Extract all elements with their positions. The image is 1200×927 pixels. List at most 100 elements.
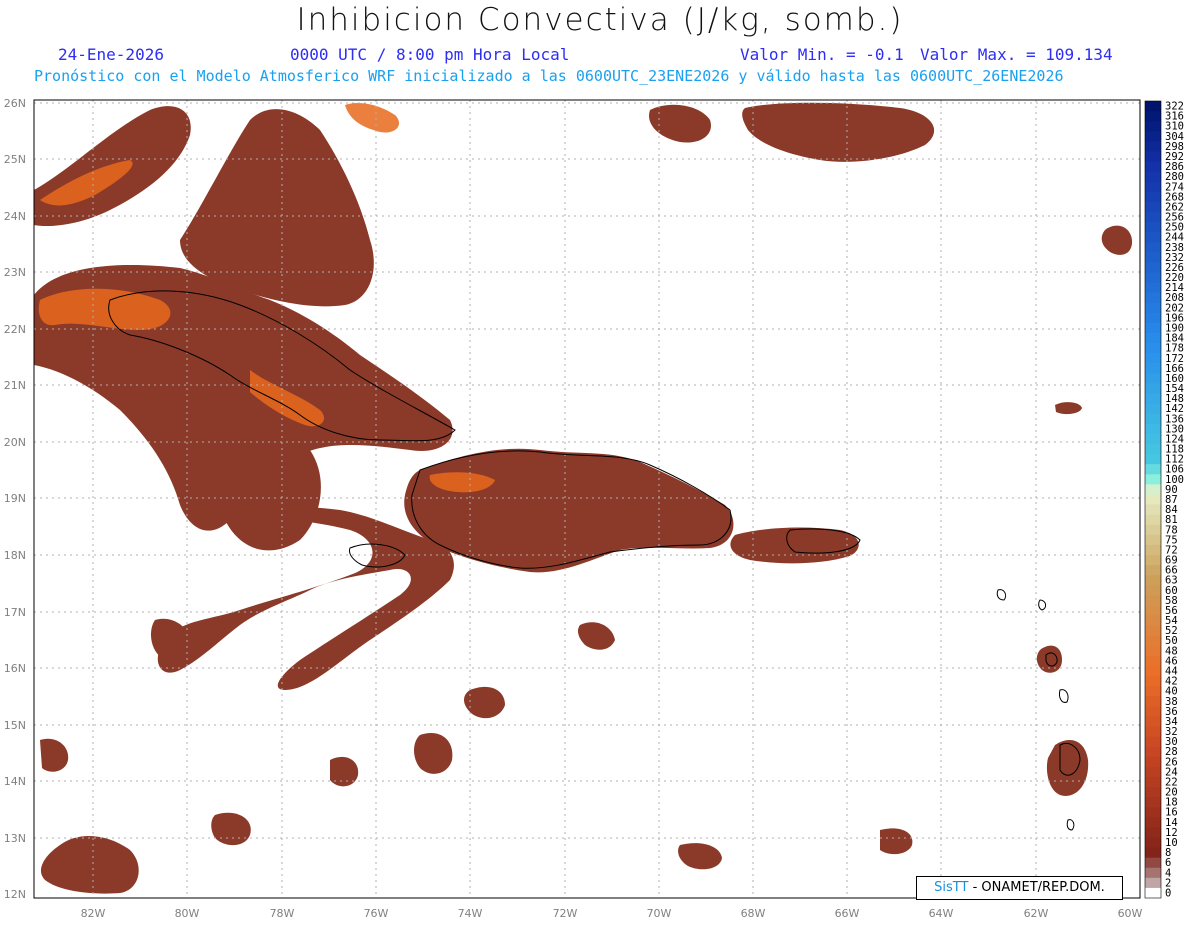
colorbar-swatch	[1145, 625, 1161, 637]
colorbar-swatch	[1145, 242, 1161, 253]
colorbar-swatch	[1145, 393, 1161, 405]
colorbar-swatch	[1145, 403, 1161, 415]
colorbar-swatch	[1145, 665, 1161, 677]
colorbar-swatch	[1145, 797, 1161, 808]
lon-label: 78W	[270, 907, 295, 920]
colorbar-swatch	[1145, 756, 1161, 768]
colorbar-swatch	[1145, 504, 1161, 516]
colorbar-swatch	[1145, 262, 1161, 274]
lon-labels: 82W 80W 78W 76W 74W 72W 70W 68W 66W 64W …	[81, 907, 1143, 920]
colorbar-swatch	[1145, 484, 1161, 495]
colorbar-swatch	[1145, 232, 1161, 243]
colorbar-swatch	[1145, 333, 1161, 344]
colorbar-swatch	[1145, 454, 1161, 465]
colorbar-swatch	[1145, 413, 1161, 425]
lat-label: 22N	[4, 323, 26, 336]
lat-label: 17N	[4, 606, 26, 619]
inhibition-field	[34, 102, 1133, 894]
lat-labels: 26N 25N 24N 23N 22N 21N 20N 19N 18N 17N …	[4, 97, 26, 901]
colorbar-swatch	[1145, 151, 1161, 163]
lat-label: 16N	[4, 662, 26, 675]
lat-label: 14N	[4, 775, 26, 788]
colorbar-swatch	[1145, 343, 1161, 354]
colorbar-swatch	[1145, 585, 1161, 596]
colorbar-swatch	[1145, 211, 1161, 223]
colorbar-swatch	[1145, 877, 1161, 889]
colorbar: 3223163103042982922862802742682622562502…	[1144, 101, 1184, 899]
colorbar-swatch	[1145, 312, 1161, 324]
colorbar-swatch	[1145, 645, 1161, 657]
colorbar-swatch	[1145, 131, 1161, 142]
colorbar-swatch	[1145, 524, 1161, 536]
lon-label: 80W	[175, 907, 200, 920]
colorbar-swatch	[1145, 464, 1161, 475]
colorbar-swatch	[1145, 252, 1161, 263]
lon-label: 76W	[364, 907, 389, 920]
colorbar-swatch	[1145, 817, 1161, 828]
colorbar-swatch	[1145, 696, 1161, 707]
colorbar-swatch	[1145, 292, 1161, 304]
sistt-logo: SisTT	[934, 880, 969, 895]
colorbar-swatch	[1145, 302, 1161, 314]
lon-label: 74W	[458, 907, 483, 920]
lat-label: 18N	[4, 549, 26, 562]
colorbar-swatch	[1145, 383, 1161, 395]
colorbar-swatch	[1145, 635, 1161, 647]
lon-label: 68W	[741, 907, 766, 920]
colorbar-swatch	[1145, 141, 1161, 152]
colorbar-swatch	[1145, 837, 1161, 849]
colorbar-swatch	[1145, 373, 1161, 384]
colorbar-swatch	[1145, 222, 1161, 233]
lon-label: 62W	[1024, 907, 1049, 920]
colorbar-swatch	[1145, 807, 1161, 818]
colorbar-swatch	[1145, 736, 1161, 748]
lat-label: 15N	[4, 719, 26, 732]
colorbar-swatch	[1145, 746, 1161, 758]
colorbar-swatch	[1145, 353, 1161, 364]
lon-label: 64W	[929, 907, 954, 920]
lat-label: 25N	[4, 153, 26, 166]
colorbar-swatch	[1145, 121, 1161, 132]
colorbar-swatch	[1145, 565, 1161, 576]
lon-label: 72W	[553, 907, 578, 920]
colorbar-swatch	[1145, 322, 1161, 334]
colorbar-swatch	[1145, 474, 1161, 485]
colorbar-swatch	[1145, 615, 1161, 627]
colorbar-swatch	[1145, 363, 1161, 374]
colorbar-swatch	[1145, 514, 1161, 526]
colorbar-swatch	[1145, 575, 1161, 586]
colorbar-swatch	[1145, 676, 1161, 687]
colorbar-swatch	[1145, 867, 1161, 879]
colorbar-swatch	[1145, 423, 1161, 435]
colorbar-swatch	[1145, 554, 1161, 566]
lat-label: 12N	[4, 888, 26, 901]
lon-label: 66W	[835, 907, 860, 920]
lat-label: 26N	[4, 97, 26, 110]
lat-label: 20N	[4, 436, 26, 449]
lat-label: 19N	[4, 492, 26, 505]
weather-map: 26N 25N 24N 23N 22N 21N 20N 19N 18N 17N …	[4, 97, 1184, 920]
colorbar-swatch	[1145, 776, 1161, 788]
credit-text: - ONAMET/REP.DOM.	[968, 880, 1105, 895]
colorbar-swatch	[1145, 181, 1161, 193]
colorbar-swatch	[1145, 201, 1161, 213]
lon-label: 70W	[647, 907, 672, 920]
colorbar-swatch	[1145, 847, 1161, 859]
colorbar-swatch	[1145, 494, 1161, 506]
colorbar-swatch	[1145, 787, 1161, 798]
lat-label: 23N	[4, 266, 26, 279]
lat-label: 21N	[4, 379, 26, 392]
colorbar-swatch	[1145, 887, 1161, 899]
colorbar-swatch	[1145, 655, 1161, 667]
colorbar-swatch	[1145, 857, 1161, 869]
colorbar-swatch	[1145, 686, 1161, 697]
colorbar-swatch	[1145, 272, 1161, 284]
colorbar-swatch	[1145, 191, 1161, 203]
lat-label: 13N	[4, 832, 26, 845]
lat-label: 24N	[4, 210, 26, 223]
colorbar-swatch	[1145, 706, 1161, 717]
colorbar-swatch	[1145, 171, 1161, 183]
colorbar-swatch	[1145, 534, 1161, 546]
colorbar-swatch	[1145, 161, 1161, 173]
colorbar-swatch	[1145, 595, 1161, 606]
